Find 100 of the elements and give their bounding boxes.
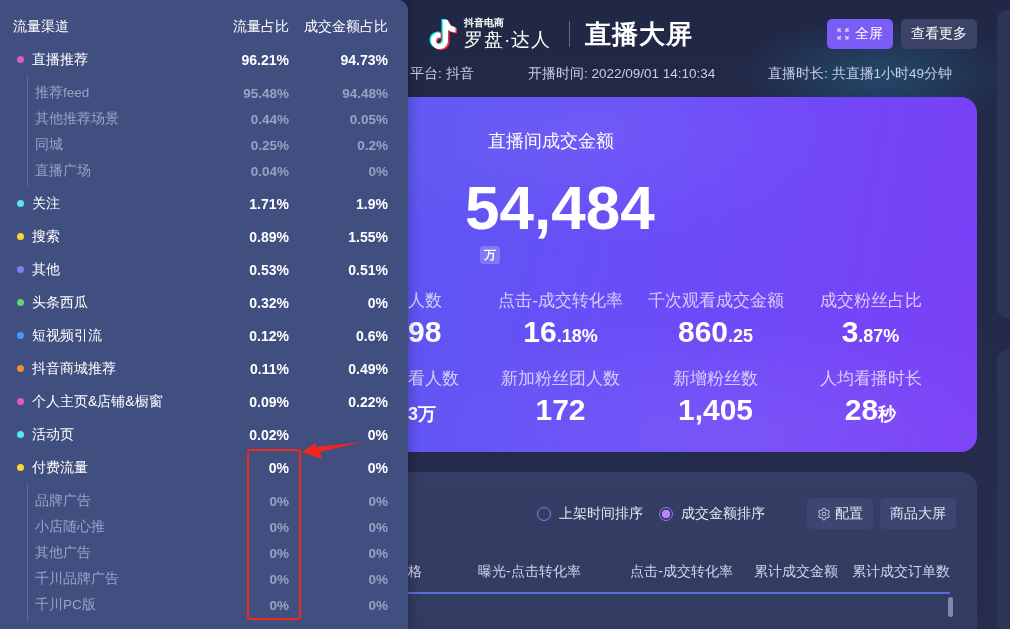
channel-name: 短视频引流 <box>32 326 102 345</box>
traffic-share: 96.21% <box>240 51 289 68</box>
channel-name: 其他推荐场景 <box>35 110 119 128</box>
sales-amount: 54,484 <box>465 177 655 239</box>
gmv-share: 94.73% <box>339 51 388 68</box>
gmv-share: 0% <box>367 571 388 587</box>
gmv-share: 0% <box>367 545 388 561</box>
metric-value: 172 <box>535 392 586 428</box>
traffic-share: 0.09% <box>248 393 289 410</box>
metric-value: 28秒 <box>844 392 897 428</box>
gmv-share: 0% <box>366 426 388 443</box>
gmv-share: 0% <box>367 519 388 535</box>
metric-value: 16.18% <box>523 314 598 350</box>
gmv-share: 0% <box>367 163 388 179</box>
metric-label: 人数 <box>408 290 442 312</box>
traffic-share: 0.25% <box>249 137 289 153</box>
metric-value: 98 <box>408 314 442 350</box>
channel-name: 个人主页&店铺&橱窗 <box>32 392 163 411</box>
column-header: 流量占比 <box>232 17 289 36</box>
traffic-share: 0.89% <box>248 228 289 245</box>
column-header: 点击-成交转化率 <box>629 562 733 581</box>
channel-name: 头条西瓜 <box>32 293 88 312</box>
music-note-icon <box>428 18 459 50</box>
channel-name: 直播广场 <box>35 162 91 180</box>
expand-icon <box>837 28 849 40</box>
settings-icon <box>817 506 831 521</box>
live-info-text: 开播时间: 2022/09/01 14:10:34 <box>528 65 716 83</box>
product-screen-button[interactable]: 商品大屏 <box>880 498 956 529</box>
channel-name: 小店随心推 <box>35 518 105 536</box>
channel-name: 千川PC版 <box>35 596 96 614</box>
page-title: 直播大屏 <box>585 18 694 50</box>
gmv-share: 0% <box>367 493 388 509</box>
traffic-share: 0% <box>268 571 289 587</box>
sort-option[interactable]: 上架时间排序 <box>537 504 643 523</box>
gmv-share: 0.51% <box>347 261 388 278</box>
traffic-share: 0% <box>267 459 289 476</box>
traffic-share: 0.11% <box>249 360 289 377</box>
metric-value: 3万 <box>408 403 436 426</box>
channel-name: 品牌广告 <box>35 492 91 510</box>
metric-label: 新增粉丝数 <box>673 368 758 390</box>
traffic-share: 95.48% <box>242 85 289 101</box>
column-header: 累计成交金额 <box>753 562 838 581</box>
annotation-arrow <box>302 442 362 459</box>
channel-name: 抖音商城推荐 <box>32 359 116 378</box>
traffic-share: 0.44% <box>249 111 289 127</box>
live-info-text: 平台: 抖音 <box>410 65 474 83</box>
gmv-share: 0.05% <box>348 111 388 127</box>
metric-label: 新加粉丝团人数 <box>501 368 620 390</box>
metric-label: 千次观看成交金额 <box>647 290 784 312</box>
gmv-share: 0.6% <box>355 327 388 344</box>
unit-badge: 万 <box>480 246 500 264</box>
traffic-share: 0.32% <box>248 294 289 311</box>
live-info-text: 直播时长: 共直播1小时49分钟 <box>768 65 953 83</box>
gmv-share: 0.22% <box>347 393 388 410</box>
channel-name: 千川品牌广告 <box>35 570 119 588</box>
view-more-button[interactable]: 查看更多 <box>901 19 977 49</box>
traffic-share: 0.53% <box>248 261 289 278</box>
logo-caption: 抖音电商 <box>464 17 504 29</box>
gmv-share: 0.49% <box>347 360 388 377</box>
traffic-share: 0% <box>268 545 289 561</box>
traffic-share: 0.02% <box>248 426 289 443</box>
sort-option[interactable]: 成交金额排序 <box>659 504 765 523</box>
metric-value: 1,405 <box>677 392 754 428</box>
channel-name: 同城 <box>35 136 63 154</box>
channel-name: 直播推荐 <box>32 50 88 69</box>
traffic-share: 0% <box>268 597 289 613</box>
gmv-share: 1.9% <box>355 195 388 212</box>
column-header: 流量渠道 <box>13 17 70 36</box>
gmv-share: 0% <box>366 459 388 476</box>
gmv-share: 94.48% <box>341 85 388 101</box>
channel-name: 搜索 <box>32 227 60 246</box>
channel-name: 其他广告 <box>35 544 91 562</box>
traffic-share: 0% <box>268 519 289 535</box>
traffic-share: 0.12% <box>248 327 289 344</box>
channel-name: 付费流量 <box>32 458 88 477</box>
channel-name: 活动页 <box>32 425 74 444</box>
card-title: 直播间成交金额 <box>488 130 614 153</box>
gmv-share: 0% <box>367 597 388 613</box>
fullscreen-button[interactable]: 全屏 <box>827 19 893 49</box>
metric-label: 看人数 <box>408 368 459 390</box>
config-button[interactable]: 配置 <box>807 498 873 529</box>
column-header: 格 <box>408 562 423 581</box>
metric-value: 3.87% <box>841 314 900 350</box>
channel-name: 其他 <box>32 260 60 279</box>
gmv-share: 0.2% <box>356 137 388 153</box>
metric-value: 860.25 <box>677 314 754 350</box>
logo-name: 罗盘·达人 <box>464 29 552 51</box>
traffic-share: 1.71% <box>248 195 289 212</box>
column-header: 成交金额占比 <box>303 17 388 36</box>
column-header: 曝光-点击转化率 <box>478 562 580 581</box>
channel-name: 关注 <box>32 194 60 213</box>
metric-label: 人均看播时长 <box>819 368 922 390</box>
scrollbar-thumb[interactable] <box>948 597 953 617</box>
radio-icon[interactable] <box>659 506 673 521</box>
gmv-share: 0% <box>366 294 388 311</box>
traffic-share: 0% <box>268 493 289 509</box>
gmv-share: 1.55% <box>347 228 388 245</box>
metric-label: 成交粉丝占比 <box>819 290 922 312</box>
column-header: 累计成交订单数 <box>851 562 950 581</box>
metric-label: 点击-成交转化率 <box>498 290 623 312</box>
